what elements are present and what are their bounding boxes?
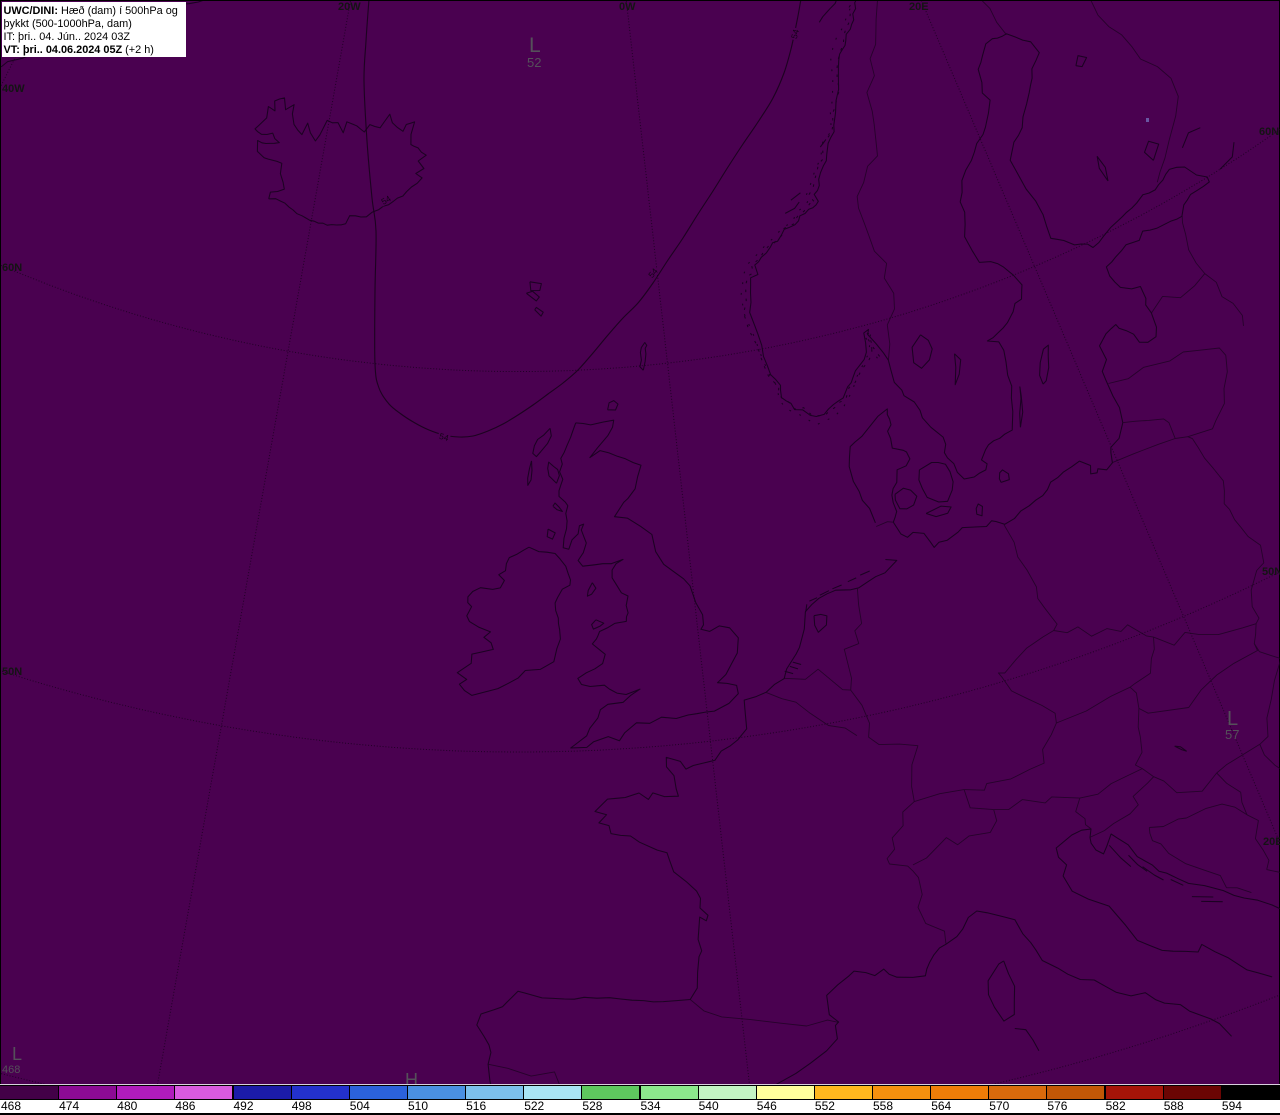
svg-text:54: 54: [379, 193, 392, 207]
svg-text:54: 54: [646, 266, 660, 280]
